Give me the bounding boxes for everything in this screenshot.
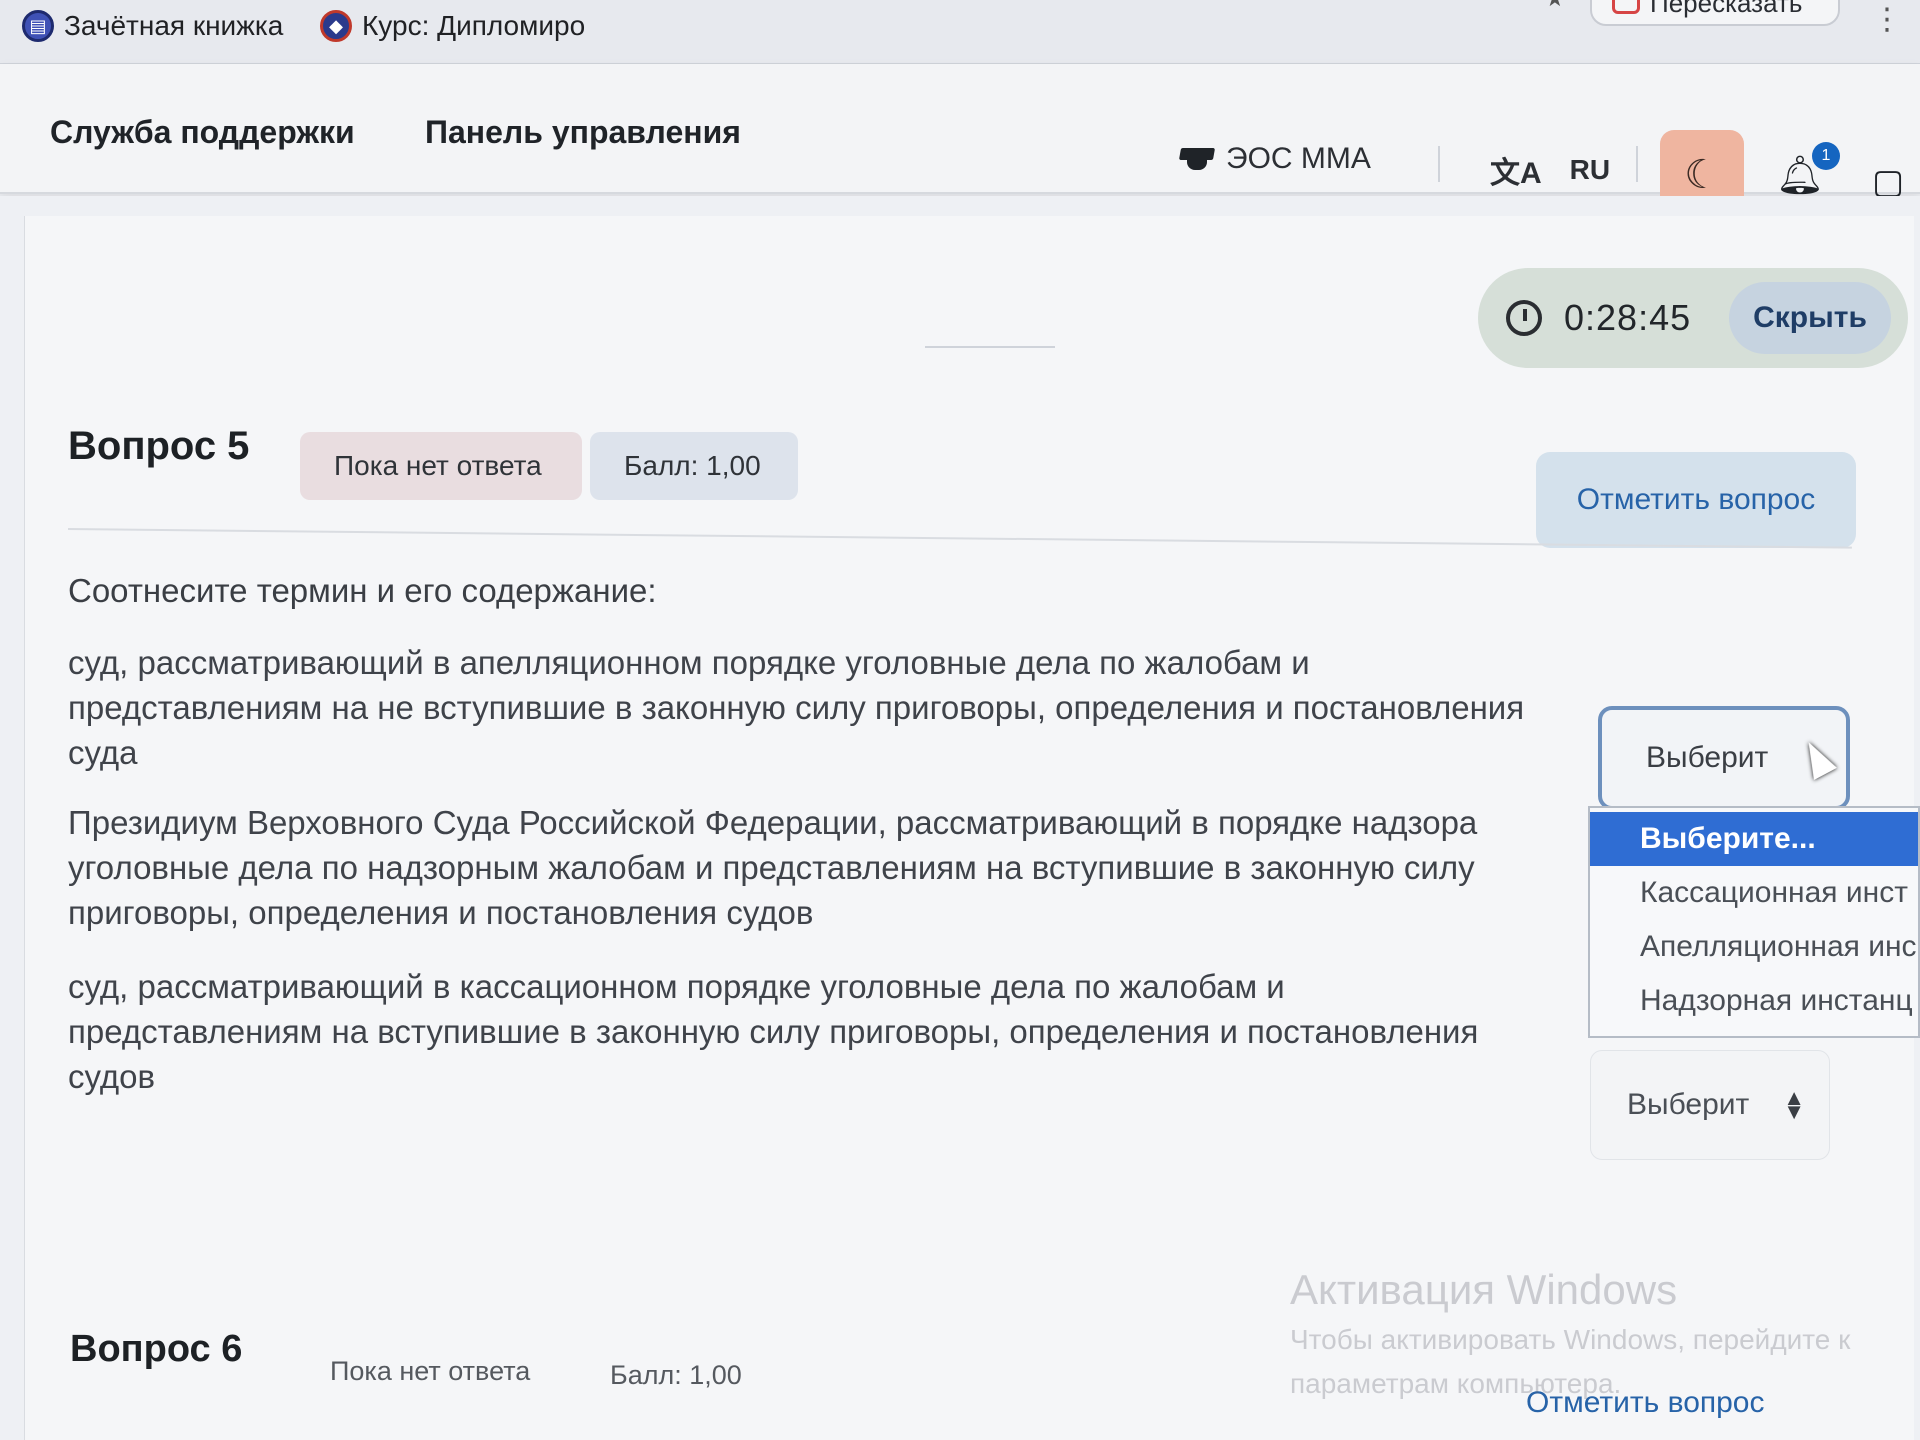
moon-icon: ☾: [1684, 153, 1720, 197]
divider: [925, 346, 1055, 348]
divider: [1636, 146, 1638, 182]
dropdown-option[interactable]: Кассационная инст: [1590, 866, 1918, 920]
clock-icon: [1506, 300, 1542, 336]
question-title: Вопрос 6: [70, 1328, 243, 1370]
match-term-3: суд, рассматривающий в кассационном поря…: [68, 968, 1479, 1095]
site-home-link[interactable]: ЭОС ММА: [1180, 142, 1371, 176]
summarize-label: Пересказать: [1650, 0, 1803, 18]
score-badge: Балл: 1,00: [610, 1360, 742, 1390]
bookmark-label: Курс: Дипломиро: [362, 10, 586, 41]
translate-icon: 文A: [1490, 157, 1542, 190]
watermark-line-2: параметрам компьютера.: [1290, 1368, 1622, 1399]
question-prompt: Соотнесите термин и его содержание:: [68, 572, 657, 609]
timer-value: 0:28:45: [1564, 297, 1692, 338]
quiz-timer: 0:28:45 Скрыть: [1478, 268, 1908, 368]
bookmark-gradebook[interactable]: ▤ Зачётная книжка: [22, 10, 283, 42]
answer-status-badge: Пока нет ответа: [330, 1356, 531, 1386]
summarize-icon: [1612, 0, 1640, 14]
hide-timer-button[interactable]: Скрыть: [1729, 282, 1891, 354]
more-vert-icon[interactable]: ⋮: [1872, 2, 1902, 37]
nav-dashboard-link[interactable]: Панель управления: [425, 114, 741, 151]
dropdown-option[interactable]: Надзорная инстанц: [1590, 974, 1918, 1028]
flag-question-button[interactable]: Отметить вопрос: [1536, 452, 1856, 548]
watermark-title: Активация Windows: [1290, 1266, 1678, 1313]
site-name: ЭОС ММА: [1226, 142, 1371, 175]
answer-dropdown-list: Выберите... Кассационная инст Апелляцион…: [1588, 806, 1920, 1038]
windows-activation-watermark: Активация Windows Чтобы активировать Win…: [1290, 1266, 1920, 1402]
notification-badge: 1: [1812, 142, 1840, 170]
bookmarks-bar: ▤ Зачётная книжка ◆ Курс: Дипломиро ★ Пе…: [0, 0, 1920, 64]
select-arrows-icon: ▲ ▼: [1783, 1085, 1806, 1124]
nav-support-link[interactable]: Служба поддержки: [50, 114, 355, 151]
answer-select-3[interactable]: Выберит ▲ ▼: [1590, 1050, 1830, 1160]
bookmark-course[interactable]: ◆ Курс: Дипломиро: [320, 10, 585, 42]
language-switcher[interactable]: 文A RU: [1490, 148, 1610, 192]
question-title: Вопрос 5: [68, 424, 250, 468]
bookmark-star-icon[interactable]: ★: [1545, 0, 1573, 14]
bookmark-label: Зачётная книжка: [64, 10, 284, 41]
select-value: Выберит: [1627, 1088, 1750, 1121]
score-badge: Балл: 1,00: [590, 432, 798, 500]
graduation-cap-icon: [1180, 146, 1214, 172]
summarize-button[interactable]: Пересказать: [1590, 0, 1840, 26]
language-label: RU: [1569, 154, 1611, 185]
divider: [1438, 146, 1440, 182]
watermark-line-1: Чтобы активировать Windows, перейдите к: [1290, 1324, 1851, 1355]
answer-status-badge: Пока нет ответа: [300, 432, 582, 500]
match-term-2: Президиум Верховного Суда Российской Фед…: [68, 804, 1478, 931]
match-term-1: суд, рассматривающий в апелляционном пор…: [68, 644, 1525, 771]
top-navbar: Служба поддержки Панель управления ЭОС М…: [0, 64, 1920, 220]
dropdown-option[interactable]: Апелляционная инс: [1590, 920, 1918, 974]
dropdown-option[interactable]: Выберите...: [1590, 812, 1918, 866]
course-icon: ◆: [320, 10, 352, 42]
gradebook-icon: ▤: [22, 10, 54, 42]
